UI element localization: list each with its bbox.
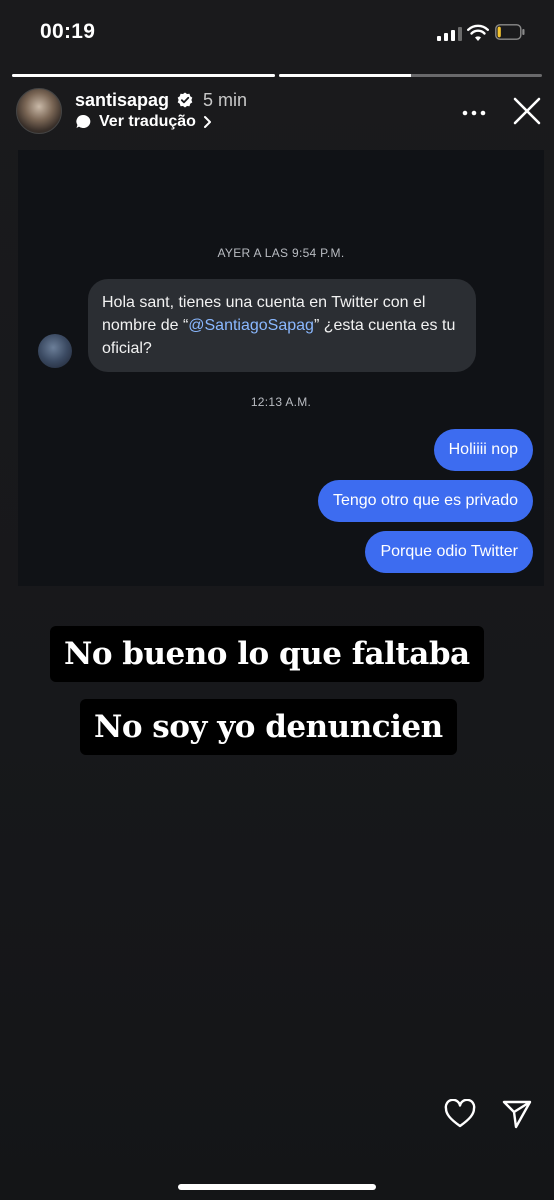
translate-link[interactable]: Ver tradução xyxy=(75,113,214,131)
story-caption: No soy yo denuncien xyxy=(80,699,457,755)
story-progress-segment xyxy=(279,74,542,77)
chevron-right-icon xyxy=(203,116,211,128)
username[interactable]: santisapag xyxy=(75,90,169,111)
translate-icon xyxy=(76,114,91,128)
avatar[interactable] xyxy=(16,88,62,134)
sender-avatar xyxy=(38,334,72,368)
translate-label: Ver tradução xyxy=(99,113,196,130)
chat-timestamp: AYER A LAS 9:54 P.M. xyxy=(217,246,345,260)
chat-timestamp: 12:13 A.M. xyxy=(250,395,312,409)
outgoing-message: Tengo otro que es privado xyxy=(317,480,533,522)
battery-icon xyxy=(495,24,525,40)
story-progress-segment xyxy=(12,74,275,77)
verified-badge-icon xyxy=(177,92,193,108)
post-time: 5 min xyxy=(203,90,248,110)
wifi-icon xyxy=(467,24,489,41)
story-progress-bar xyxy=(12,74,542,77)
status-bar: 00:19 xyxy=(0,0,554,64)
heart-icon[interactable] xyxy=(444,1099,476,1129)
signal-icon xyxy=(437,27,462,41)
mention-handle: @SantiagoSapag xyxy=(188,317,314,334)
incoming-message: Hola sant, tienes una cuenta en Twitter … xyxy=(88,279,476,372)
home-indicator xyxy=(178,1184,376,1190)
more-icon[interactable] xyxy=(461,100,487,126)
status-time: 00:19 xyxy=(40,20,96,43)
chat-screenshot: AYER A LAS 9:54 P.M. Hola sant, tienes u… xyxy=(18,150,544,586)
send-icon[interactable] xyxy=(502,1099,532,1129)
close-icon[interactable] xyxy=(512,96,542,126)
outgoing-message: Porque odio Twitter xyxy=(365,531,533,573)
outgoing-message: Holiiii nop xyxy=(433,429,533,471)
story-caption: No bueno lo que faltaba xyxy=(50,626,484,682)
story-header: santisapag 5 min Ver tradução xyxy=(0,86,554,140)
